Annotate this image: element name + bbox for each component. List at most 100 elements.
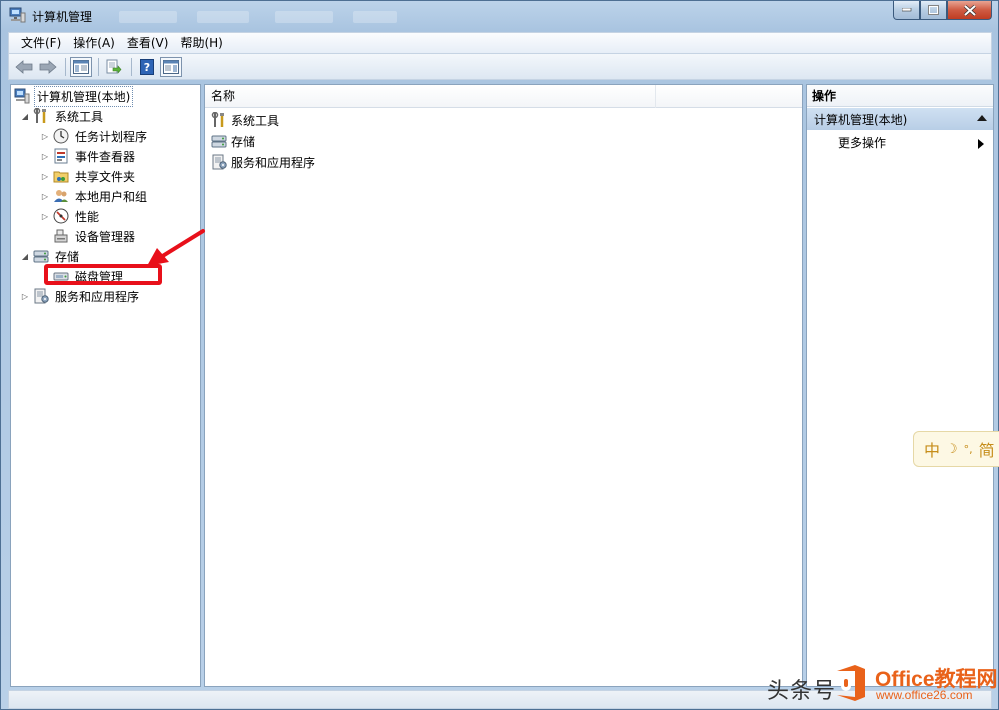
menu-file[interactable]: 文件(F) xyxy=(15,33,67,53)
export-list-button[interactable] xyxy=(103,57,125,77)
tree-item-event-viewer[interactable]: ▷ 事件查看器 xyxy=(40,146,137,166)
tree-item-services-apps[interactable]: ▷ 服务和应用程序 xyxy=(20,286,141,306)
tree-item-root[interactable]: 计算机管理(本地) xyxy=(14,85,134,107)
tree-item-task-scheduler[interactable]: ▷ 任务计划程序 xyxy=(40,126,149,146)
tree-label: 事件查看器 xyxy=(75,149,136,164)
expand-arrow-icon[interactable]: ▷ xyxy=(20,291,30,301)
ime-toolbar[interactable]: 中 ☽ °, 简 xyxy=(913,431,999,467)
close-button[interactable] xyxy=(947,1,992,20)
svg-text:?: ? xyxy=(144,61,150,74)
expand-arrow-icon[interactable]: ▷ xyxy=(40,211,50,221)
menu-action[interactable]: 操作(A) xyxy=(67,33,121,53)
clock-icon xyxy=(53,128,69,144)
storage-icon xyxy=(33,248,49,264)
tree-label: 设备管理器 xyxy=(75,229,136,244)
maximize-button[interactable] xyxy=(920,1,947,20)
list-item-label: 存储 xyxy=(231,134,256,149)
menu-bar: 文件(F) 操作(A) 查看(V) 帮助(H) xyxy=(8,32,992,54)
expand-arrow-icon[interactable]: ▷ xyxy=(40,191,50,201)
help-icon: ? xyxy=(140,58,154,75)
performance-icon xyxy=(53,208,69,224)
console-tree-icon xyxy=(73,59,89,74)
submenu-arrow-icon xyxy=(978,139,984,149)
more-actions-item[interactable]: 更多操作 xyxy=(838,134,886,151)
tree-label: 性能 xyxy=(75,209,100,224)
tree-label: 服务和应用程序 xyxy=(55,289,140,304)
title-bar[interactable]: 计算机管理 xyxy=(1,1,998,31)
expand-arrow-icon[interactable]: ▷ xyxy=(40,131,50,141)
maximize-icon xyxy=(928,5,939,15)
services-apps-icon xyxy=(33,288,49,304)
title-bar-ghost xyxy=(197,11,249,23)
tree-item-device-manager[interactable]: 设备管理器 xyxy=(53,226,137,246)
minimize-icon xyxy=(901,8,911,12)
toolbar: ? xyxy=(8,54,992,80)
event-viewer-icon xyxy=(53,148,69,164)
computer-management-icon xyxy=(14,88,30,104)
system-tools-icon xyxy=(211,112,227,128)
list-item-label: 系统工具 xyxy=(231,113,280,128)
ime-variant[interactable]: 简 xyxy=(979,437,995,461)
back-button[interactable] xyxy=(13,57,35,77)
computer-management-icon xyxy=(9,7,26,23)
title-bar-ghost xyxy=(353,11,397,23)
actions-section-computer-management[interactable]: 计算机管理(本地) xyxy=(807,108,993,130)
column-header-name[interactable]: 名称 xyxy=(205,85,656,108)
office-logo-icon xyxy=(837,665,865,701)
storage-icon xyxy=(211,133,227,149)
action-pane-icon xyxy=(163,59,179,74)
toolbar-separator xyxy=(98,57,99,76)
users-icon xyxy=(53,188,69,204)
system-tools-icon xyxy=(33,108,49,124)
list-header: 名称 xyxy=(205,85,802,108)
watermark-text: 头条号 xyxy=(767,679,837,704)
forward-button[interactable] xyxy=(37,57,59,77)
list-item[interactable]: 服务和应用程序 xyxy=(211,152,315,172)
back-arrow-icon xyxy=(15,59,33,74)
list-item-label: 服务和应用程序 xyxy=(231,155,316,170)
punctuation-icon[interactable]: °, xyxy=(964,443,973,456)
tree-item-system-tools[interactable]: ◢ 系统工具 xyxy=(20,106,105,126)
tree-label: 共享文件夹 xyxy=(75,169,136,184)
toolbar-separator xyxy=(65,57,66,76)
actions-section-label: 计算机管理(本地) xyxy=(814,112,908,127)
show-hide-action-pane-button[interactable] xyxy=(160,56,182,77)
services-apps-icon xyxy=(211,154,227,170)
forward-arrow-icon xyxy=(39,59,57,74)
tree-item-performance[interactable]: ▷ 性能 xyxy=(40,206,101,226)
tree-label: 存储 xyxy=(55,249,80,264)
tree-label: 计算机管理(本地) xyxy=(34,85,134,107)
actions-header: 操作 xyxy=(807,85,993,107)
collapse-arrow-icon[interactable]: ◢ xyxy=(20,111,30,121)
show-hide-tree-button[interactable] xyxy=(70,56,92,77)
device-manager-icon xyxy=(53,228,69,244)
close-icon xyxy=(963,4,976,16)
collapse-up-icon[interactable] xyxy=(977,115,987,121)
menu-help[interactable]: 帮助(H) xyxy=(174,33,228,53)
collapse-arrow-icon[interactable]: ◢ xyxy=(20,251,30,261)
red-arrow-icon xyxy=(147,229,205,266)
tree-label: 任务计划程序 xyxy=(75,129,148,144)
watermark-url: www.office26.com xyxy=(876,688,973,702)
actions-pane: 操作 计算机管理(本地) 更多操作 xyxy=(806,84,994,687)
computer-management-window: 计算机管理 文件(F) 操作(A) 查看(V) 帮助(H) ? 计算机管理(本地… xyxy=(0,0,999,710)
list-item[interactable]: 系统工具 xyxy=(211,110,279,130)
window-title: 计算机管理 xyxy=(32,10,93,24)
minimize-button[interactable] xyxy=(893,1,920,20)
tree-item-storage[interactable]: ◢ 存储 xyxy=(20,246,81,266)
column-header-blank[interactable] xyxy=(656,85,802,108)
export-list-icon xyxy=(106,59,122,74)
ime-mode[interactable]: 中 xyxy=(924,437,940,461)
tree-label: 系统工具 xyxy=(55,109,104,124)
toolbar-separator xyxy=(131,57,132,76)
tree-item-local-users[interactable]: ▷ 本地用户和组 xyxy=(40,186,149,206)
list-item[interactable]: 存储 xyxy=(211,131,255,151)
expand-arrow-icon[interactable]: ▷ xyxy=(40,171,50,181)
expand-arrow-icon[interactable]: ▷ xyxy=(40,151,50,161)
tree-item-shared-folders[interactable]: ▷ 共享文件夹 xyxy=(40,166,137,186)
moon-icon[interactable]: ☽ xyxy=(946,442,958,457)
title-bar-ghost xyxy=(275,11,333,23)
help-button[interactable]: ? xyxy=(136,57,158,77)
menu-view[interactable]: 查看(V) xyxy=(121,33,175,53)
shared-folder-icon xyxy=(53,168,69,184)
